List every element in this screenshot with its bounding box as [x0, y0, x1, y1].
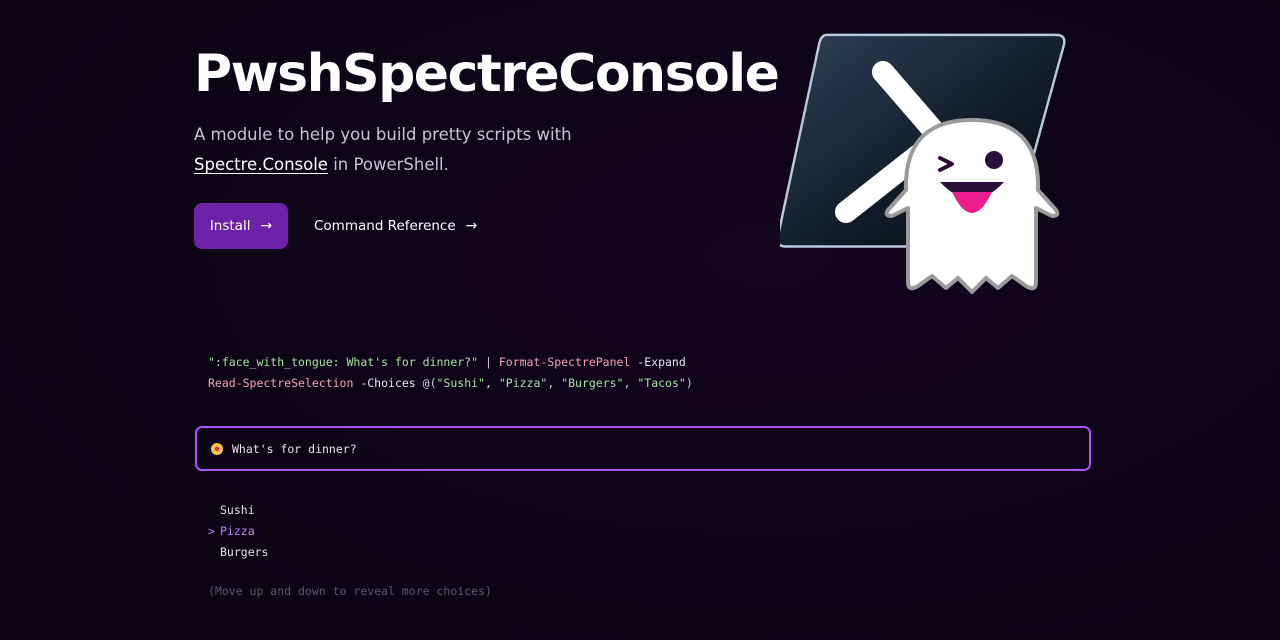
arrow-right-icon: →	[465, 218, 478, 234]
command-reference-label: Command Reference	[314, 218, 456, 234]
code-array-open: @(	[422, 376, 437, 390]
powershell-ghost-logo-icon	[780, 33, 1066, 294]
hero-section: PwshSpectreConsole A module to help you …	[194, 40, 780, 249]
page-title: PwshSpectreConsole	[194, 44, 780, 104]
selection-hint: (Move up and down to reveal more choices…	[208, 584, 492, 598]
code-parameter: -Choices	[353, 376, 423, 390]
code-separator: ,	[623, 376, 638, 390]
code-string: "Sushi"	[436, 376, 485, 390]
code-separator: ,	[547, 376, 562, 390]
choice-label: Sushi	[220, 503, 255, 517]
choice-label: Pizza	[220, 524, 255, 538]
code-string: "Pizza"	[498, 376, 548, 390]
subtitle-suffix: in PowerShell.	[327, 155, 449, 174]
list-item-selected[interactable]: > Pizza	[208, 521, 268, 542]
code-example: ":face_with_tongue: What's for dinner?" …	[208, 352, 693, 394]
output-panel: ● What's for dinner?	[195, 426, 1091, 471]
code-string: "Tacos"	[637, 376, 686, 390]
code-string: "Burgers"	[561, 376, 624, 390]
command-reference-button[interactable]: Command Reference →	[314, 218, 477, 234]
code-pipe: |	[478, 355, 499, 369]
choice-label: Burgers	[220, 545, 269, 559]
code-parameter: -Expand	[630, 355, 686, 369]
hero-actions: Install → Command Reference →	[194, 203, 477, 249]
chevron-right-icon: >	[208, 524, 215, 538]
code-separator: ,	[484, 376, 499, 390]
code-array-close: )	[685, 376, 693, 390]
code-command: Read-SpectreSelection	[208, 376, 354, 390]
list-item[interactable]: Burgers	[208, 542, 268, 563]
arrow-right-icon: →	[260, 218, 273, 234]
spectre-console-link[interactable]: Spectre.Console	[194, 155, 328, 174]
face-with-tongue-icon: ●	[211, 442, 223, 455]
page-subtitle: A module to help you build pretty script…	[194, 120, 754, 180]
subtitle-text: A module to help you build pretty script…	[194, 125, 572, 144]
list-item[interactable]: Sushi	[208, 500, 268, 521]
panel-text: What's for dinner?	[232, 441, 357, 456]
code-command: Format-SpectrePanel	[498, 355, 631, 369]
install-button[interactable]: Install →	[194, 203, 288, 249]
code-string: ":face_with_tongue: What's for dinner?"	[208, 355, 479, 369]
install-button-label: Install	[209, 218, 251, 234]
selection-list: Sushi > Pizza Burgers	[208, 500, 268, 563]
